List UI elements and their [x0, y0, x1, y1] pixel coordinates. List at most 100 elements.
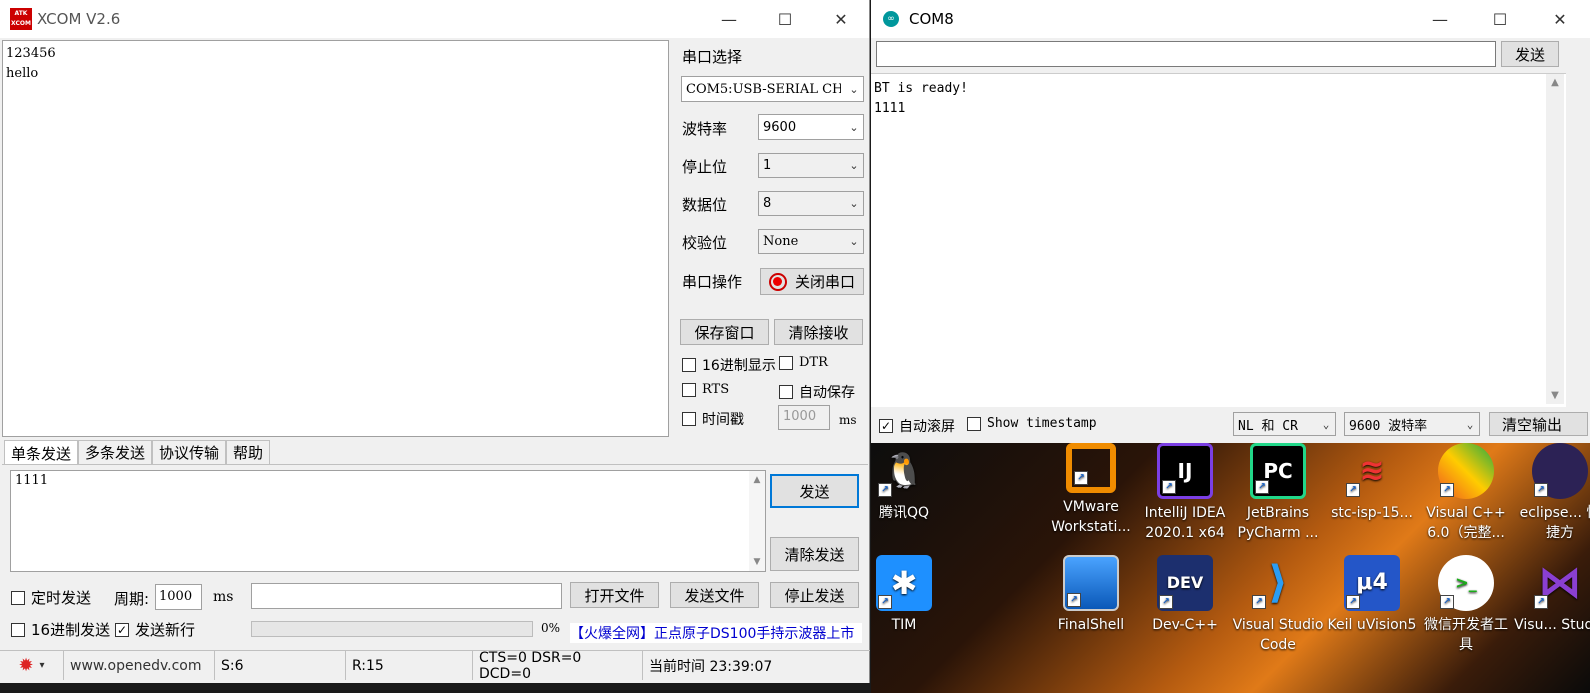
autoscroll-checkbox[interactable]: ✓ 自动滚屏 — [879, 416, 955, 436]
clear-send-button[interactable]: 清除发送 — [770, 537, 859, 571]
file-path-input[interactable] — [251, 583, 562, 609]
current-time: 当前时间 23:39:07 — [649, 658, 773, 675]
vscode-icon[interactable]: ⟩ ↗ Visual Studio Code — [1232, 555, 1324, 655]
port-op-label: 串口操作 — [682, 273, 743, 291]
send-textarea[interactable]: 1111 ▲ ▼ — [10, 470, 766, 572]
stop-send-button[interactable]: 停止发送 — [770, 582, 859, 608]
eclipse-icon[interactable]: ↗ eclipse... 快捷方 — [1514, 443, 1590, 543]
period-input[interactable]: 1000 — [155, 584, 202, 610]
scrollbar[interactable]: ▲ ▼ — [1546, 74, 1564, 404]
clear-receive-button[interactable]: 清除接收 — [774, 319, 863, 345]
visual-cpp-icon[interactable]: ↗ Visual C++ 6.0（完整... — [1420, 443, 1512, 543]
vmware-icon[interactable]: ↗ VMware Workstati... — [1045, 443, 1137, 537]
output-line: BT is ready! — [874, 81, 968, 96]
baud-label: 波特率 — [682, 120, 728, 138]
wechat-devtools-icon[interactable]: >_ ↗ 微信开发者工具 — [1420, 555, 1512, 655]
pycharm-icon[interactable]: PC ↗ JetBrains PyCharm ... — [1232, 443, 1324, 543]
arduino-icon: ∞ — [883, 11, 899, 27]
intellij-icon[interactable]: IJ ↗ IntelliJ IDEA 2020.1 x64 — [1139, 443, 1231, 543]
timed-send-checkbox[interactable]: 定时发送 — [11, 587, 91, 608]
chevron-down-icon: ⌄ — [849, 235, 859, 248]
xcom-title: XCOM V2.6 — [37, 10, 121, 28]
stopbit-select[interactable]: 1 ⌄ — [758, 153, 864, 178]
com8-titlebar: ∞ COM8 — ☐ ✕ — [871, 0, 1590, 38]
period-label: 周期: — [114, 590, 150, 608]
open-file-button[interactable]: 打开文件 — [570, 582, 659, 608]
received-count: R:15 — [346, 651, 473, 680]
keil-icon[interactable]: μ4 ↗ Keil uVision5 — [1326, 555, 1418, 635]
receive-line: 123456 — [6, 46, 56, 61]
ad-banner-link[interactable]: 【火爆全网】正点原子DS100手持示波器上市 — [570, 623, 862, 643]
send-newline-checkbox[interactable]: ✓ 发送新行 — [115, 619, 195, 640]
devcpp-icon[interactable]: DEV ↗ Dev-C++ — [1139, 555, 1231, 635]
progress-percent: 0% — [541, 621, 561, 635]
tab-multi-send[interactable]: 多条发送 — [78, 440, 153, 464]
send-tabs: 单条发送 多条发送 协议传输 帮助 — [4, 440, 271, 465]
scrollbar[interactable]: ▲ ▼ — [749, 471, 765, 571]
databit-label: 数据位 — [682, 196, 728, 214]
tim-icon[interactable]: ✱ ↗ TIM — [858, 555, 950, 635]
close-port-button[interactable]: 关闭串口 — [760, 268, 864, 295]
xcom-titlebar: ATK XCOM XCOM V2.6 — ☐ ✕ — [0, 0, 869, 38]
minimize-button[interactable]: — — [701, 0, 757, 38]
close-button[interactable]: ✕ — [1530, 0, 1590, 38]
tab-single-send[interactable]: 单条发送 — [4, 440, 79, 465]
send-progress-bar — [251, 621, 533, 637]
timestamp-ms-input[interactable]: 1000 — [778, 405, 830, 430]
stopbit-label: 停止位 — [682, 158, 728, 176]
port-select-label: 串口选择 — [682, 48, 743, 66]
status-bar: ✹ ▾ www.openedv.com S:6 R:15 CTS=0 DSR=0… — [0, 650, 870, 682]
close-button[interactable]: ✕ — [813, 0, 869, 38]
desktop: 🐧 ↗ 腾讯QQ ↗ VMware Workstati... IJ ↗ Intell… — [871, 443, 1590, 693]
settings-gear-icon[interactable]: ✹ ▾ — [0, 651, 64, 680]
minimize-button[interactable]: — — [1410, 0, 1470, 38]
tab-divider — [2, 464, 868, 465]
red-led-icon — [768, 272, 787, 291]
output-line: 1111 — [874, 101, 906, 116]
serial-send-input[interactable] — [876, 41, 1496, 67]
sent-count: S:6 — [215, 651, 346, 680]
tab-help[interactable]: 帮助 — [226, 440, 271, 464]
maximize-button[interactable]: ☐ — [1470, 0, 1530, 38]
rts-checkbox[interactable]: RTS — [682, 382, 729, 397]
save-window-button[interactable]: 保存窗口 — [680, 319, 769, 345]
hex-display-checkbox[interactable]: 16进制显示 — [682, 355, 776, 375]
xcom-window: ATK XCOM XCOM V2.6 — ☐ ✕ 123456 hello 串口选… — [0, 0, 870, 683]
com8-title: COM8 — [909, 10, 954, 28]
chevron-down-icon: ⌄ — [849, 197, 859, 210]
ms-label: ms — [839, 413, 857, 427]
period-unit-label: ms — [213, 589, 234, 605]
finalshell-icon[interactable]: ↗ FinalShell — [1045, 555, 1137, 635]
maximize-button[interactable]: ☐ — [757, 0, 813, 38]
timestamp-checkbox[interactable]: 时间戳 — [682, 409, 744, 429]
baud-select[interactable]: 9600 ⌄ — [758, 114, 864, 140]
com8-window: ∞ COM8 — ☐ ✕ 发送 BT is ready! 1111 ▲ ▼ ✓ 自动… — [871, 0, 1590, 443]
xcom-logo-icon: ATK XCOM — [10, 8, 32, 30]
dtr-checkbox[interactable]: DTR — [779, 355, 828, 370]
chevron-down-icon: ⌄ — [1466, 417, 1474, 431]
receive-line: hello — [6, 66, 39, 81]
visual-studio-icon[interactable]: ⋈↗ Visu... Studio — [1514, 555, 1590, 635]
send-button[interactable]: 发送 — [770, 474, 859, 508]
qq-icon[interactable]: 🐧 ↗ 腾讯QQ — [858, 443, 950, 523]
chevron-down-icon: ⌄ — [849, 120, 859, 134]
port-select[interactable]: COM5:USB-SERIAL CH340 ⌄ — [681, 76, 864, 102]
parity-label: 校验位 — [682, 234, 728, 252]
auto-save-checkbox[interactable]: 自动保存 — [779, 382, 855, 402]
serial-send-button[interactable]: 发送 — [1501, 41, 1559, 67]
databit-select[interactable]: 8 ⌄ — [758, 191, 864, 216]
receive-area[interactable]: 123456 hello — [2, 40, 669, 437]
show-timestamp-checkbox[interactable]: Show timestamp — [967, 416, 1097, 431]
tab-protocol[interactable]: 协议传输 — [152, 440, 227, 464]
baud-rate-select[interactable]: 9600 波特率 ⌄ — [1344, 412, 1480, 436]
line-status: CTS=0 DSR=0 DCD=0 — [473, 650, 643, 682]
stc-isp-icon[interactable]: ≋ ↗ stc-isp-15... — [1326, 443, 1418, 523]
hex-send-checkbox[interactable]: 16进制发送 — [11, 619, 110, 640]
send-file-button[interactable]: 发送文件 — [670, 582, 759, 608]
line-ending-select[interactable]: NL 和 CR ⌄ — [1233, 412, 1336, 436]
parity-select[interactable]: None ⌄ — [758, 229, 864, 254]
serial-output-area[interactable]: BT is ready! 1111 — [871, 73, 1566, 407]
website-link[interactable]: www.openedv.com — [64, 651, 215, 680]
clear-output-button[interactable]: 清空输出 — [1489, 412, 1588, 436]
chevron-down-icon: ⌄ — [849, 159, 859, 172]
